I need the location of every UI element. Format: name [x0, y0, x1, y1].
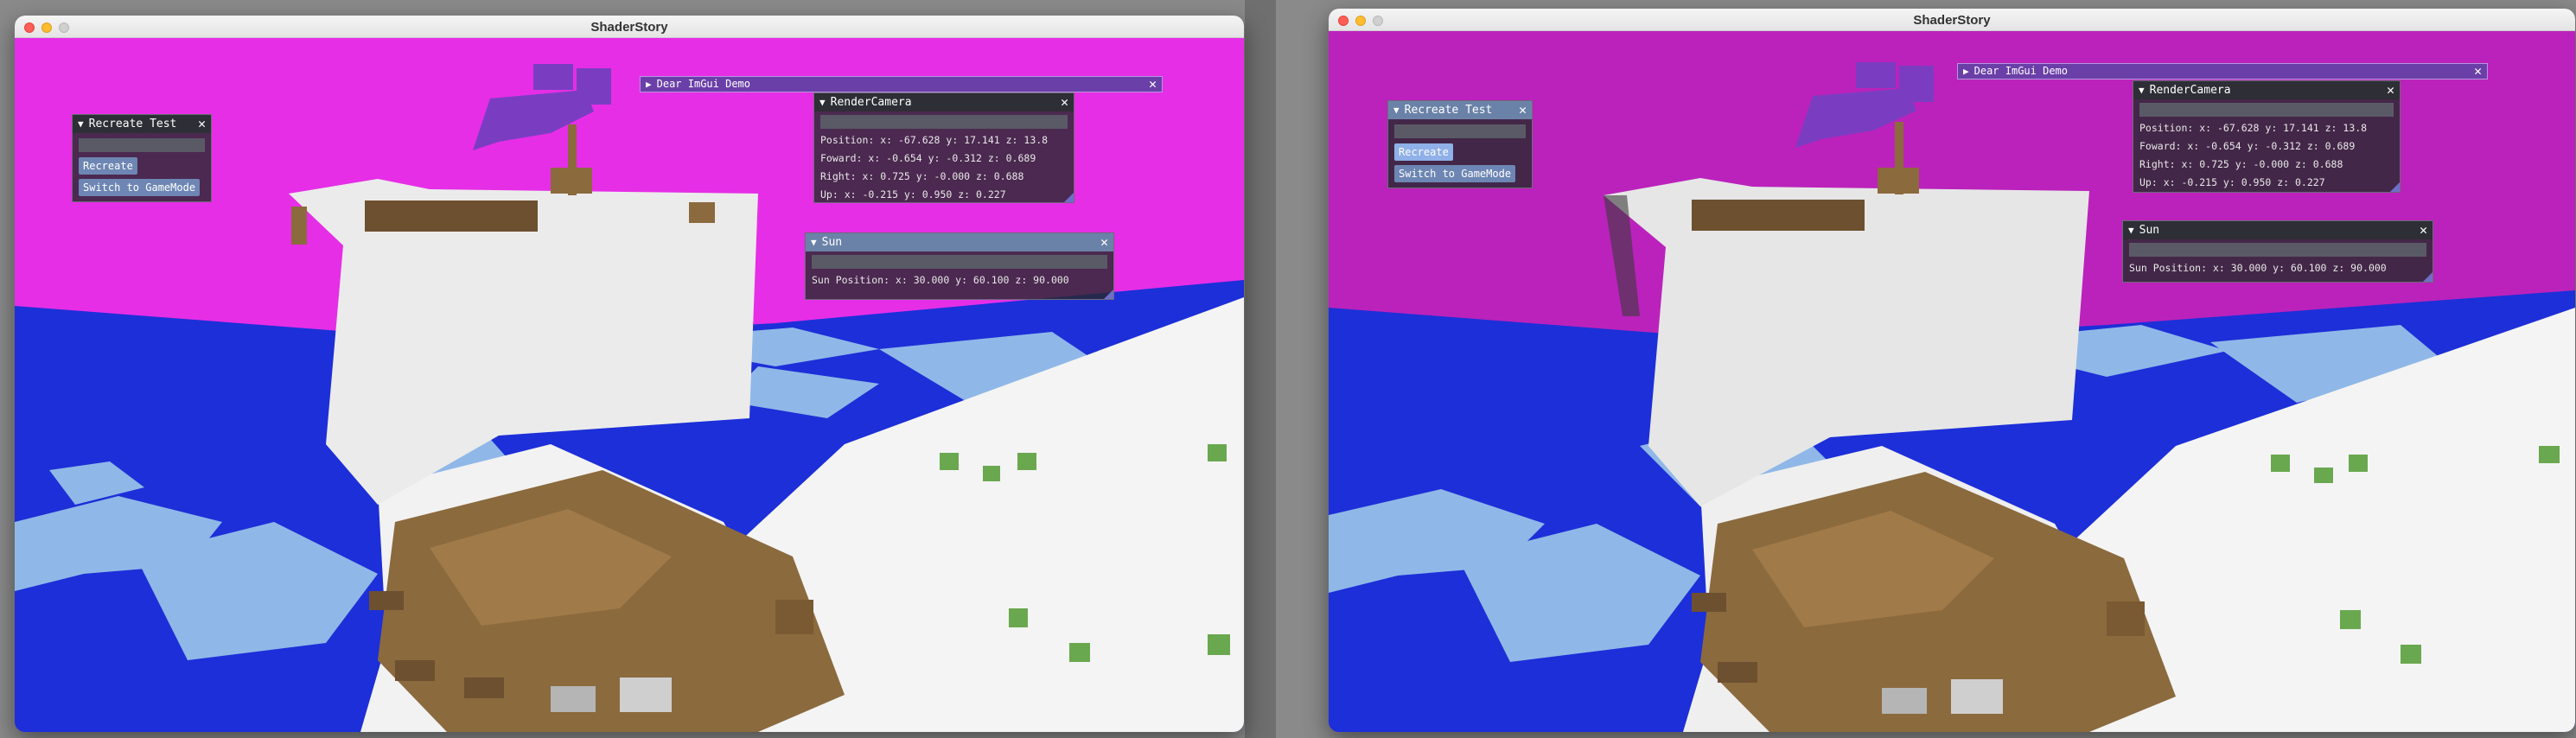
camera-forward-text: Foward: x: -0.654 y: -0.312 z: 0.689 — [2139, 140, 2356, 152]
app-window-right: ShaderStory ▼ Recreate Test ✕ Recreate S… — [1329, 9, 2575, 732]
panel-spacer — [2139, 103, 2394, 117]
camera-position-text: Position: x: -67.628 y: 17.141 z: 13.8 — [2139, 122, 2368, 134]
title-bar[interactable]: ShaderStory — [15, 16, 1244, 38]
sun-panel[interactable]: ▼ Sun ✕ Sun Position: x: 30.000 y: 60.100… — [805, 232, 1114, 300]
imgui-demo-collapsed-window[interactable]: ▶ Dear ImGui Demo ✕ — [1957, 63, 2488, 80]
panel-spacer — [79, 138, 205, 152]
collapse-triangle-icon[interactable]: ▼ — [819, 93, 826, 111]
recreate-test-title-bar[interactable]: ▼ Recreate Test ✕ — [1388, 101, 1532, 119]
panel-spacer — [812, 255, 1107, 269]
imgui-demo-collapsed-window[interactable]: ▶ Dear ImGui Demo ✕ — [640, 76, 1163, 92]
switch-to-gamemode-button[interactable]: Switch to GameMode — [1394, 165, 1516, 182]
recreate-button[interactable]: Recreate — [79, 157, 137, 175]
close-icon[interactable]: ✕ — [198, 115, 206, 133]
camera-forward-text: Foward: x: -0.654 y: -0.312 z: 0.689 — [820, 152, 1036, 164]
sun-position-text: Sun Position: x: 30.000 y: 60.100 z: 90.… — [2129, 262, 2387, 274]
resize-grip[interactable] — [1104, 289, 1113, 299]
render-camera-panel[interactable]: ▼ RenderCamera ✕ Position: x: -67.628 y: … — [813, 92, 1074, 203]
close-icon[interactable]: ✕ — [1149, 77, 1157, 92]
recreate-button[interactable]: Recreate — [1394, 143, 1453, 161]
close-icon[interactable]: ✕ — [1519, 101, 1527, 119]
recreate-test-panel[interactable]: ▼ Recreate Test ✕ Recreate Switch to Game… — [1387, 100, 1533, 188]
camera-right-text: Right: x: 0.725 y: -0.000 z: 0.688 — [820, 170, 1024, 182]
panel-spacer — [820, 115, 1068, 129]
panel-title: RenderCamera — [830, 96, 912, 109]
camera-up-text: Up: x: -0.215 y: 0.950 z: 0.227 — [2139, 176, 2325, 188]
render-camera-title-bar[interactable]: ▼ RenderCamera ✕ — [814, 93, 1074, 111]
render-viewport[interactable]: ▼ Recreate Test ✕ Recreate Switch to Game… — [15, 38, 1244, 732]
demo-title: Dear ImGui Demo — [656, 78, 750, 90]
collapse-triangle-icon[interactable]: ▼ — [1393, 101, 1400, 119]
resize-grip[interactable] — [2390, 182, 2400, 192]
window-title: ShaderStory — [590, 20, 668, 35]
resize-grip[interactable] — [2423, 272, 2433, 282]
expand-triangle-icon[interactable]: ▶ — [646, 77, 652, 92]
app-window-left: ShaderStory ▼ Recreate Test ✕ Recreate S… — [15, 16, 1244, 732]
collapse-triangle-icon[interactable]: ▼ — [78, 115, 84, 133]
demo-title: Dear ImGui Demo — [1973, 65, 2068, 77]
panel-spacer — [2129, 243, 2426, 257]
close-icon[interactable]: ✕ — [2387, 81, 2394, 99]
close-icon[interactable]: ✕ — [1061, 93, 1068, 111]
title-bar[interactable]: ShaderStory — [1329, 9, 2575, 31]
panel-title: Sun — [821, 236, 843, 249]
close-icon[interactable]: ✕ — [2474, 64, 2482, 79]
camera-position-text: Position: x: -67.628 y: 17.141 z: 13.8 — [820, 134, 1049, 146]
render-camera-panel[interactable]: ▼ RenderCamera ✕ Position: x: -67.628 y: … — [2133, 80, 2401, 193]
panel-title: Recreate Test — [1404, 104, 1493, 117]
collapse-triangle-icon[interactable]: ▼ — [811, 233, 817, 251]
panel-title: Sun — [2139, 224, 2160, 237]
collapse-triangle-icon[interactable]: ▼ — [2128, 221, 2134, 239]
panel-title: Recreate Test — [88, 118, 177, 130]
sun-position-text: Sun Position: x: 30.000 y: 60.100 z: 90.… — [812, 274, 1069, 286]
recreate-test-title-bar[interactable]: ▼ Recreate Test ✕ — [73, 115, 211, 133]
sun-title-bar[interactable]: ▼ Sun ✕ — [2123, 221, 2433, 239]
sun-title-bar[interactable]: ▼ Sun ✕ — [806, 233, 1113, 251]
collapse-triangle-icon[interactable]: ▼ — [2139, 81, 2145, 99]
switch-to-gamemode-button[interactable]: Switch to GameMode — [79, 179, 201, 196]
close-icon[interactable]: ✕ — [1100, 233, 1108, 251]
render-camera-title-bar[interactable]: ▼ RenderCamera ✕ — [2133, 81, 2400, 99]
panel-title: RenderCamera — [2149, 84, 2231, 97]
panel-spacer — [1394, 124, 1526, 138]
window-title: ShaderStory — [1913, 13, 1991, 28]
recreate-test-panel[interactable]: ▼ Recreate Test ✕ Recreate Switch to Game… — [72, 114, 212, 202]
camera-right-text: Right: x: 0.725 y: -0.000 z: 0.688 — [2139, 158, 2343, 170]
resize-grip[interactable] — [1064, 193, 1074, 202]
desktop-gap — [1245, 0, 1276, 738]
sun-panel[interactable]: ▼ Sun ✕ Sun Position: x: 30.000 y: 60.100… — [2122, 220, 2433, 283]
expand-triangle-icon[interactable]: ▶ — [1963, 64, 1969, 79]
close-icon[interactable]: ✕ — [2420, 221, 2427, 239]
camera-up-text: Up: x: -0.215 y: 0.950 z: 0.227 — [820, 188, 1006, 200]
render-viewport[interactable]: ▼ Recreate Test ✕ Recreate Switch to Game… — [1329, 31, 2575, 732]
